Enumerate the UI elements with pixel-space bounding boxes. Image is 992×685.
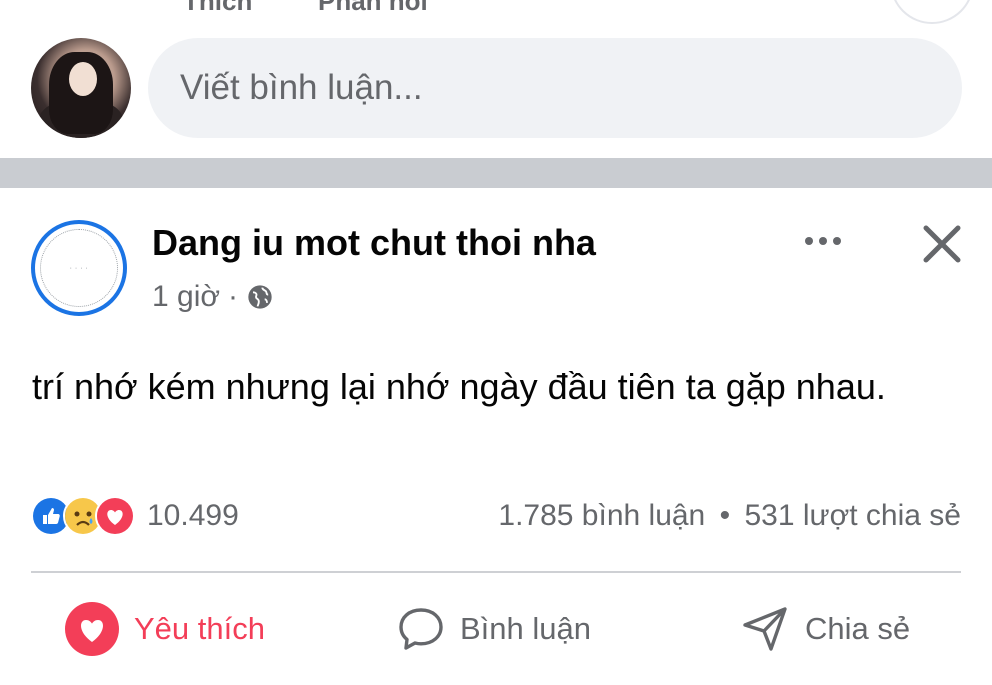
globe-icon	[248, 285, 272, 309]
post-meta: 1 giờ ·	[152, 280, 274, 314]
love-button[interactable]: Yêu thích	[64, 601, 265, 657]
comment-count-link[interactable]: 1.785 bình luận	[498, 499, 705, 532]
share-count-link[interactable]: 531 lượt chia sẻ	[744, 499, 961, 532]
post-time[interactable]: 1 giờ	[152, 280, 220, 314]
avatar-face	[69, 62, 97, 96]
comment-input[interactable]	[148, 38, 962, 138]
avatar[interactable]	[31, 38, 131, 138]
comment-bubble-icon	[399, 608, 443, 650]
love-reaction-icon	[95, 496, 135, 536]
comment-button[interactable]: Bình luận	[396, 601, 591, 657]
reaction-summary[interactable]: 10.499	[31, 496, 239, 536]
page-avatar[interactable]: · · · ·	[31, 220, 127, 316]
reaction-count: 10.499	[147, 499, 239, 532]
more-horizontal-icon	[805, 237, 841, 245]
post-stats: 1.785 bình luận • 531 lượt chia sẻ	[498, 499, 961, 533]
stats-separator: •	[719, 499, 731, 532]
top-floating-button[interactable]	[890, 0, 974, 24]
action-divider	[31, 571, 961, 573]
meta-separator: ·	[228, 280, 239, 313]
share-button[interactable]: Chia sẻ	[739, 601, 910, 657]
page-logo: · · · ·	[40, 229, 118, 307]
close-icon	[923, 225, 961, 263]
comment-label: Bình luận	[460, 611, 591, 646]
feed-divider	[0, 158, 992, 188]
reply-comment-link[interactable]: Phản hồi	[318, 0, 428, 17]
post-text: trí nhớ kém nhưng lại nhớ ngày đầu tiên …	[32, 366, 886, 407]
like-comment-link[interactable]: Thích	[183, 0, 252, 17]
send-arrow-icon	[743, 607, 787, 651]
more-options-button[interactable]	[798, 224, 848, 258]
love-label: Yêu thích	[134, 611, 265, 646]
heart-icon	[65, 602, 119, 656]
comment-composer	[0, 38, 992, 138]
previous-comment-actions: Thích Phản hồi	[0, 0, 992, 16]
close-post-button[interactable]	[916, 218, 968, 270]
post-author[interactable]: Dang iu mot chut thoi nha	[152, 222, 596, 264]
share-label: Chia sẻ	[805, 611, 911, 646]
post-card: · · · · Dang iu mot chut thoi nha 1 giờ …	[0, 188, 992, 685]
